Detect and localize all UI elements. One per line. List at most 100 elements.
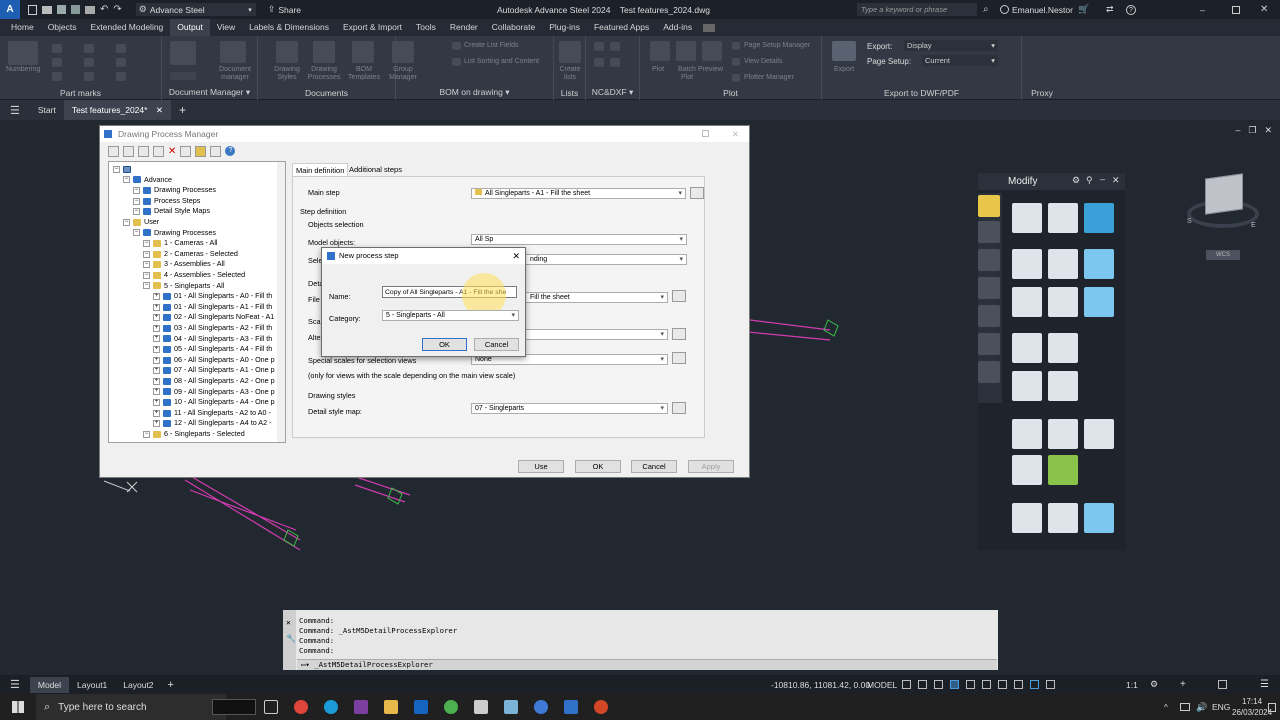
settings-icon[interactable]: ⚙ (1072, 175, 1080, 186)
cart-icon[interactable]: 🛒 (1078, 4, 1089, 15)
tool-icon[interactable] (978, 277, 1000, 299)
tool-icon[interactable] (978, 333, 1000, 355)
fullscreen-icon[interactable] (1218, 680, 1227, 689)
annotation-scale[interactable]: 1:1 (1126, 680, 1138, 690)
special-scales-settings-icon[interactable] (672, 352, 686, 364)
expand-icon[interactable]: + (153, 324, 160, 332)
hamburger-icon[interactable]: ☰ (0, 104, 30, 117)
polar-icon[interactable] (950, 680, 959, 689)
taskbar-search[interactable]: ⌕ Type here to search (36, 694, 226, 720)
tree-node[interactable]: +08 - All Singleparts - A2 - One p (153, 376, 275, 387)
expand-icon[interactable]: − (123, 176, 130, 184)
tab-additional-steps[interactable]: Additional steps (346, 163, 405, 176)
expand-icon[interactable]: − (143, 261, 150, 269)
tab-tools[interactable]: Tools (409, 19, 443, 36)
mark-tool-icon[interactable] (52, 58, 62, 67)
exchange-icon[interactable]: ⇄ (1106, 4, 1114, 15)
save-icon[interactable] (57, 5, 66, 14)
ok-button[interactable]: OK (575, 460, 621, 473)
clock[interactable]: 17:14 26/03/2024 (1232, 696, 1272, 718)
break-icon[interactable] (1012, 419, 1042, 449)
osnap-icon[interactable] (966, 680, 975, 689)
link-icon[interactable] (170, 41, 196, 65)
expand-icon[interactable]: + (153, 367, 160, 375)
tree-node[interactable]: − User (123, 217, 159, 228)
rotate-icon[interactable] (1012, 249, 1042, 279)
autodesk-one-icon[interactable] (212, 699, 256, 715)
move-icon[interactable] (1012, 203, 1042, 233)
expand-icon[interactable]: − (133, 186, 140, 194)
mark-tool-icon[interactable] (84, 58, 94, 67)
edge-icon[interactable] (324, 700, 338, 714)
dxf-icon[interactable] (610, 58, 620, 67)
add-layout-icon[interactable]: + (162, 679, 180, 691)
chamfer-icon[interactable] (1048, 371, 1078, 401)
tree-node[interactable]: +07 - All Singleparts - A1 - One p (153, 365, 275, 376)
search-field[interactable]: Type a keyword or phrase (861, 5, 947, 14)
step-settings-icon[interactable] (690, 187, 704, 199)
tab-model[interactable]: Model (29, 676, 70, 693)
nps-ok-button[interactable]: OK (422, 338, 467, 351)
batch-plot-icon[interactable] (676, 41, 696, 61)
document-manager-icon[interactable] (220, 41, 246, 63)
bom-templates-icon[interactable] (352, 41, 374, 63)
file-explorer-icon[interactable] (384, 700, 398, 714)
notification-icon[interactable] (1268, 702, 1276, 712)
export-icon[interactable] (832, 41, 856, 61)
stretch-icon[interactable] (1084, 203, 1114, 233)
hamburger-icon[interactable]: ☰ (0, 678, 30, 691)
mark-tool-icon[interactable] (84, 44, 94, 53)
join-icon[interactable] (1048, 419, 1078, 449)
close-icon[interactable]: ✕ (156, 105, 163, 115)
folder-icon[interactable] (195, 146, 207, 157)
nc-icon[interactable] (594, 42, 604, 51)
copy-icon[interactable] (123, 146, 134, 157)
export-select[interactable]: Display ▾ (904, 40, 998, 51)
tree-node[interactable]: +01 - All Singleparts - A0 - Fill th (153, 291, 272, 302)
tab-layout2[interactable]: Layout2 (115, 677, 161, 693)
ribbon-options-icon[interactable] (703, 23, 716, 32)
extend-icon[interactable] (1048, 333, 1078, 363)
close-icon[interactable]: ✕ (286, 618, 291, 627)
tree-node[interactable]: − Drawing Processes (133, 185, 216, 196)
group-manager-icon[interactable] (392, 41, 414, 63)
expand-icon[interactable]: − (143, 282, 150, 290)
tree-node[interactable]: +10 - All Singleparts - A4 - One p (153, 397, 275, 408)
settings-app-icon[interactable] (534, 700, 548, 714)
expand-icon[interactable]: − (133, 208, 140, 216)
file-browse-icon[interactable] (672, 290, 686, 302)
use-button[interactable]: Use (518, 460, 564, 473)
mark-tool-icon[interactable] (116, 58, 126, 67)
rect-array-icon[interactable] (1084, 287, 1114, 317)
lengthen-icon[interactable] (1012, 503, 1042, 533)
expand-icon[interactable]: + (153, 303, 160, 311)
expand-icon[interactable]: + (153, 335, 160, 343)
tree-node[interactable]: − Detail Style Maps (133, 206, 210, 217)
network-icon[interactable] (1180, 703, 1190, 711)
minimize-icon[interactable]: – (1100, 174, 1105, 184)
wcs-button[interactable]: WCS (1206, 250, 1240, 260)
save-as-icon[interactable] (71, 5, 80, 14)
expand-icon[interactable]: + (153, 314, 160, 322)
customize-icon[interactable]: ☰ (1260, 679, 1269, 690)
otrack-icon[interactable] (982, 680, 991, 689)
gear-icon[interactable]: ⚙ (1150, 679, 1158, 690)
tree-node[interactable]: − (113, 164, 134, 175)
list-sorting-icon[interactable] (452, 58, 461, 66)
category-select[interactable]: 5 - Singleparts - All ▾ (382, 310, 519, 321)
main-step-select[interactable]: All Singleparts - A1 - Fill the sheet ▾ (471, 188, 686, 199)
tree-node[interactable]: − Drawing Processes (133, 228, 216, 239)
print-icon[interactable] (85, 5, 95, 14)
expand-icon[interactable]: − (143, 239, 150, 247)
tool-icon[interactable] (978, 249, 1000, 271)
delete-icon[interactable]: ✕ (168, 146, 176, 157)
close-icon[interactable]: ✕ (1260, 4, 1268, 15)
tree-node[interactable]: +04 - All Singleparts - A3 - Fill th (153, 334, 272, 345)
paste-icon[interactable] (138, 146, 149, 157)
model-objects-select[interactable]: All Sp ▾ (471, 234, 687, 245)
help-icon[interactable]: ? (1126, 4, 1136, 15)
help-icon[interactable]: ? (225, 146, 236, 156)
fillet-icon[interactable] (1012, 371, 1042, 401)
search-icon[interactable]: ⌕ (983, 4, 989, 15)
snap-icon[interactable] (918, 680, 927, 689)
